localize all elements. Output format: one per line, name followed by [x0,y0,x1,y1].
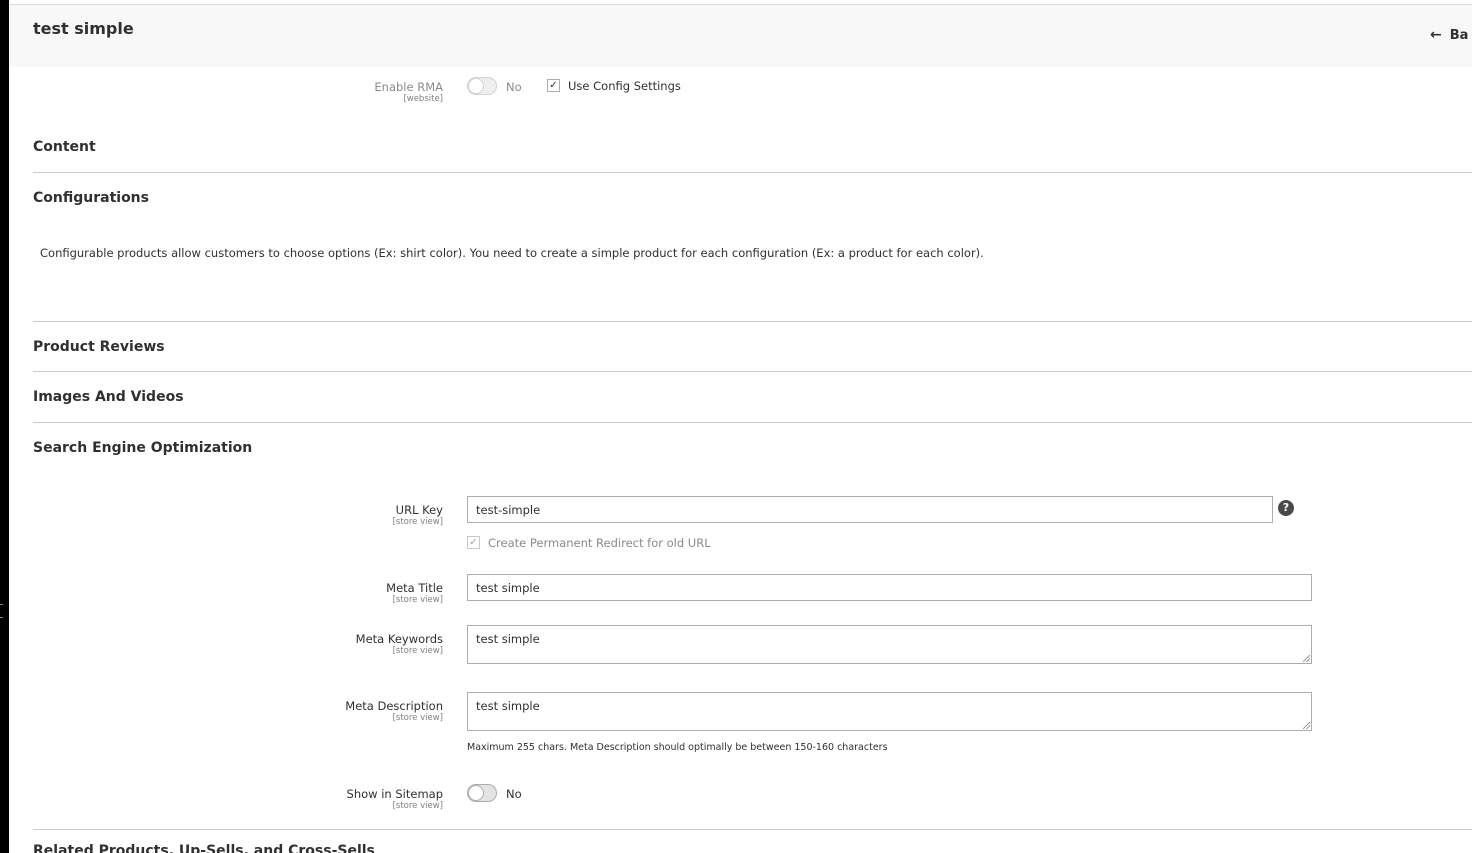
meta-description-label-text: Meta Description [345,699,443,713]
enable-rma-label: Enable RMA [website] [243,80,443,104]
enable-rma-toggle[interactable] [467,77,497,95]
use-config-label[interactable]: Use Config Settings [568,79,681,93]
strip-mark [0,617,3,618]
meta-title-label-text: Meta Title [386,581,443,595]
section-configurations[interactable]: Configurations [33,190,149,206]
url-key-input[interactable]: test-simple [467,496,1273,523]
configurations-note: Configurable products allow customers to… [40,246,984,260]
arrow-left-icon: ← [1430,27,1442,43]
section-divider [33,172,1472,173]
meta-description-scope: [store view] [392,713,443,723]
section-seo[interactable]: Search Engine Optimization [33,440,252,456]
section-divider [33,371,1472,372]
back-button-label: Ba [1449,27,1469,43]
section-divider [33,321,1472,322]
redirect-checkbox[interactable]: ✓ [467,536,480,549]
meta-title-scope: [store view] [392,595,443,605]
sitemap-toggle-text: No [506,787,522,801]
strip-mark [0,604,3,605]
section-content[interactable]: Content [33,139,96,155]
use-config-checkbox[interactable]: ✓ [547,79,560,92]
toggle-knob [468,785,484,801]
sitemap-label-text: Show in Sitemap [346,787,443,801]
meta-keywords-label-text: Meta Keywords [355,632,443,646]
meta-description-label: Meta Description [store view] [243,699,443,723]
section-divider [33,829,1472,830]
enable-rma-label-text: Enable RMA [374,80,443,94]
product-edit-page: test simple ← Ba Enable RMA [website] No… [9,0,1472,853]
meta-keywords-scope: [store view] [392,646,443,656]
section-images-videos[interactable]: Images And Videos [33,389,184,405]
page-title: test simple [33,19,134,38]
section-divider [33,422,1472,423]
meta-keywords-label: Meta Keywords [store view] [243,632,443,656]
resize-grip-icon[interactable] [1303,722,1310,729]
section-product-reviews[interactable]: Product Reviews [33,339,165,355]
meta-description-note: Maximum 255 chars. Meta Description shou… [467,742,888,753]
sitemap-scope: [store view] [392,801,443,811]
meta-description-textarea[interactable]: test simple [467,692,1312,731]
meta-description-value: test simple [476,699,540,713]
sitemap-toggle[interactable] [467,784,497,802]
meta-keywords-value: test simple [476,632,540,646]
resize-grip-icon[interactable] [1303,655,1310,662]
enable-rma-scope: [website] [403,94,443,104]
meta-keywords-textarea[interactable]: test simple [467,625,1312,664]
question-circle-icon[interactable]: ? [1278,500,1294,516]
toggle-knob [468,78,484,94]
meta-title-input[interactable]: test simple [467,574,1312,601]
redirect-label[interactable]: Create Permanent Redirect for old URL [488,536,711,550]
page-header: test simple ← Ba [9,5,1472,67]
url-key-label: URL Key [store view] [243,503,443,527]
sitemap-label: Show in Sitemap [store view] [243,787,443,811]
url-key-label-text: URL Key [395,503,443,517]
back-button[interactable]: ← Ba [1430,27,1468,43]
left-edge-strip [0,0,9,853]
url-key-scope: [store view] [392,517,443,527]
meta-title-label: Meta Title [store view] [243,581,443,605]
enable-rma-toggle-text: No [506,80,522,94]
section-related-products[interactable]: Related Products, Up-Sells, and Cross-Se… [33,843,375,853]
